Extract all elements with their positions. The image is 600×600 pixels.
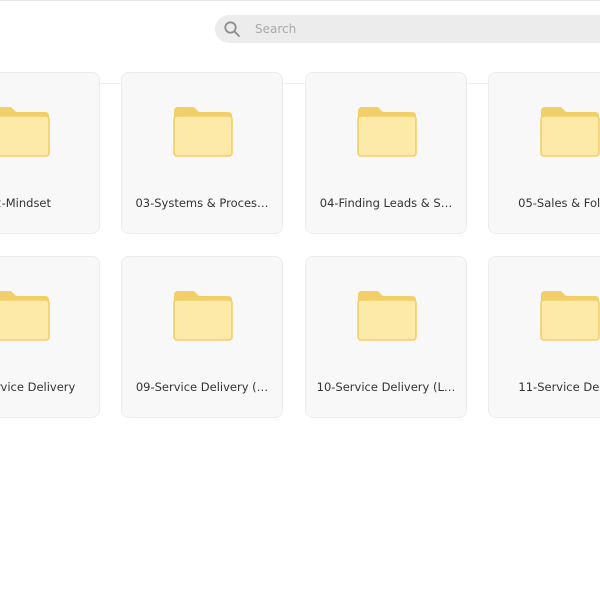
folder-card[interactable]: 10-Service Delivery (L… [305, 256, 467, 418]
folder-card[interactable]: 03-Systems & Proces… [121, 72, 283, 234]
folder-card[interactable]: 11-Service Delive [488, 256, 600, 418]
folder-body [0, 299, 50, 341]
folder-card[interactable]: 02-Mindset [0, 72, 100, 234]
folder-label: 11-Service Delive [518, 380, 600, 394]
folder-icon [540, 291, 600, 341]
folder-body [540, 299, 600, 341]
folder-label: 10-Service Delivery (L… [316, 380, 456, 394]
folder-body [173, 115, 233, 157]
folder-label: 02-Mindset [0, 196, 52, 210]
folder-body [540, 115, 600, 157]
folder-card[interactable]: 04-Finding Leads & S… [305, 72, 467, 234]
folder-card[interactable]: 08-Service Delivery [0, 256, 100, 418]
folder-icon [173, 107, 233, 157]
folder-body [357, 115, 417, 157]
folder-body [357, 299, 417, 341]
folder-label: 04-Finding Leads & S… [319, 196, 453, 210]
folder-grid: 02-Mindset 03-Systems & Proces… 04-Findi… [0, 0, 600, 600]
folder-label: 08-Service Delivery [0, 380, 76, 394]
folder-icon [0, 291, 50, 341]
file-browser-page: 02-Mindset 03-Systems & Proces… 04-Findi… [0, 0, 600, 600]
folder-icon [540, 107, 600, 157]
folder-label: 05-Sales & Follow [518, 196, 600, 210]
folder-label: 09-Service Delivery (… [135, 380, 269, 394]
folder-icon [0, 107, 50, 157]
folder-card[interactable]: 09-Service Delivery (… [121, 256, 283, 418]
folder-label: 03-Systems & Proces… [135, 196, 269, 210]
folder-body [173, 299, 233, 341]
folder-icon [357, 291, 417, 341]
folder-icon [173, 291, 233, 341]
folder-card[interactable]: 05-Sales & Follow [488, 72, 600, 234]
folder-icon [357, 107, 417, 157]
folder-body [0, 115, 50, 157]
